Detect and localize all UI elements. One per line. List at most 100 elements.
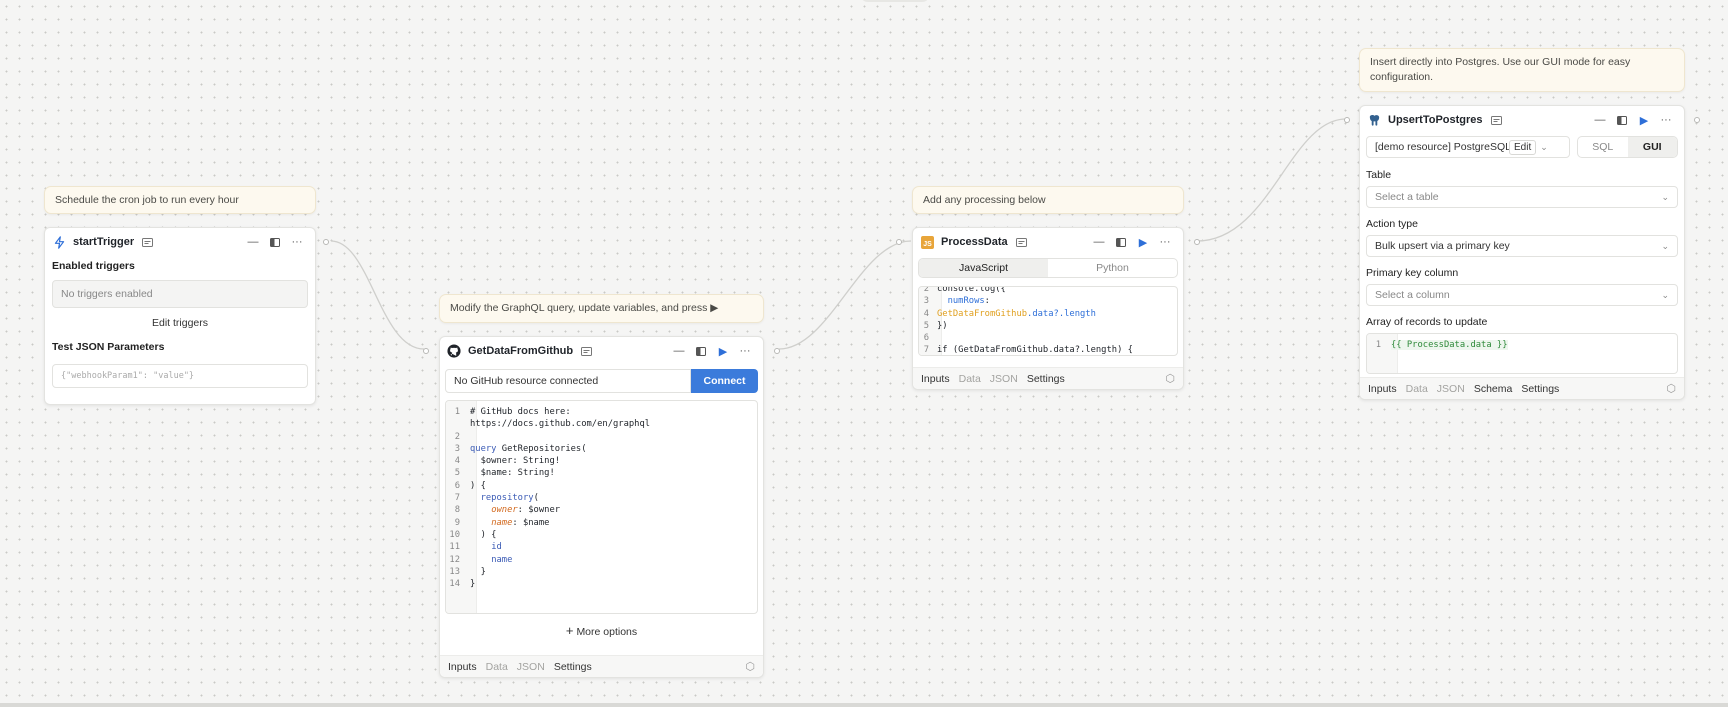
doc-icon[interactable] — [1015, 237, 1027, 247]
code-line: 7 repository( — [454, 493, 539, 504]
more-icon[interactable]: ··· — [1655, 114, 1677, 126]
tab-inputs[interactable]: Inputs — [448, 661, 477, 673]
code-line: 13 } — [449, 566, 486, 577]
tab-data[interactable]: Data — [1406, 383, 1428, 395]
minimize-icon[interactable]: — — [1088, 236, 1110, 248]
run-icon[interactable]: ▶ — [1132, 236, 1154, 249]
action-type-value: Bulk upsert via a primary key — [1375, 240, 1510, 252]
graphql-editor[interactable]: 1 # GitHub docs here: https://docs.github.… — [445, 400, 758, 614]
tab-schema[interactable]: Schema — [1474, 383, 1513, 395]
node-footer: Inputs Data JSON Settings ⬡ — [913, 367, 1183, 389]
tab-settings[interactable]: Settings — [554, 661, 592, 673]
run-icon[interactable]: ▶ — [712, 345, 734, 358]
tab-javascript[interactable]: JavaScript — [919, 259, 1048, 277]
panel-icon[interactable] — [1110, 237, 1132, 247]
edit-triggers-button[interactable]: Edit triggers — [52, 317, 308, 329]
input-port[interactable] — [1344, 117, 1350, 123]
node-header: JS ProcessData — ▶ ··· — [913, 228, 1183, 256]
test-json-placeholder: {"webhookParam1": "value"} — [61, 371, 195, 381]
records-editor[interactable]: 1 {{ ProcessData.data }} — [1366, 333, 1678, 374]
primary-key-select[interactable]: Select a column ⌄ — [1366, 284, 1678, 306]
code-line: 3 numRows: — [923, 296, 990, 307]
more-icon[interactable]: ··· — [286, 236, 308, 248]
tab-json[interactable]: JSON — [517, 661, 545, 673]
hexagon-icon[interactable]: ⬡ — [1165, 372, 1175, 385]
graphql-code: 1 # GitHub docs here: https://docs.github.… — [446, 406, 757, 590]
test-json-input[interactable]: {"webhookParam1": "value"} — [52, 364, 308, 388]
github-resource-field[interactable]: No GitHub resource connected — [445, 369, 691, 393]
table-placeholder: Select a table — [1375, 191, 1439, 203]
input-port[interactable] — [423, 348, 429, 354]
panel-icon[interactable] — [690, 346, 712, 356]
hexagon-icon[interactable]: ⬡ — [745, 660, 755, 673]
edit-resource-button[interactable]: Edit — [1508, 139, 1537, 155]
canvas-top-handle — [860, 0, 930, 2]
more-options-label: More options — [576, 626, 638, 638]
table-label: Table — [1366, 169, 1392, 181]
tab-inputs[interactable]: Inputs — [1368, 383, 1397, 395]
tab-data[interactable]: Data — [959, 373, 981, 385]
panel-icon[interactable] — [264, 237, 286, 247]
upsert-postgres-node[interactable]: UpsertToPostgres — ▶ ··· [demo resource]… — [1344, 105, 1700, 400]
node-header: startTrigger — ··· — [45, 228, 315, 256]
process-data-node[interactable]: JS ProcessData — ▶ ··· JavaScript Python… — [896, 227, 1200, 390]
table-select[interactable]: Select a table ⌄ — [1366, 186, 1678, 208]
output-port[interactable] — [1194, 239, 1200, 245]
code-line: 4 $owner: String! — [454, 456, 561, 467]
panel-icon[interactable] — [1611, 115, 1633, 125]
postgres-resource-select[interactable]: [demo resource] PostgreSQL Edit ⌄ — [1366, 136, 1570, 158]
code-line: 6) { — [454, 480, 486, 491]
output-port[interactable] — [1694, 117, 1700, 123]
input-port[interactable] — [896, 239, 902, 245]
javascript-icon: JS — [920, 235, 934, 249]
node-title: UpsertToPostgres — [1388, 114, 1483, 126]
doc-icon[interactable] — [581, 346, 593, 356]
language-tabs: JavaScript Python — [918, 258, 1178, 278]
tab-settings[interactable]: Settings — [1027, 373, 1065, 385]
minimize-icon[interactable]: — — [242, 236, 264, 248]
tab-gui[interactable]: GUI — [1627, 137, 1677, 157]
note-text: Modify the GraphQL query, update variabl… — [450, 302, 719, 314]
tab-python[interactable]: Python — [1048, 259, 1177, 277]
code-line: 2 console.log({ — [923, 286, 1006, 294]
doc-icon[interactable] — [1490, 115, 1502, 125]
more-icon[interactable]: ··· — [1154, 236, 1176, 248]
primary-key-placeholder: Select a column — [1375, 289, 1450, 301]
js-code: 2 console.log({ 3 numRows: 4 GetDataFromGith… — [919, 286, 1177, 356]
code-line: 4 GetDataFromGithub.data?.length — [923, 308, 1096, 319]
edit-triggers-label: Edit triggers — [151, 317, 209, 329]
node-title: startTrigger — [73, 236, 135, 248]
run-icon[interactable]: ▶ — [1633, 114, 1655, 127]
primary-key-label: Primary key column — [1366, 267, 1459, 279]
code-line: 6 — [923, 333, 929, 344]
doc-icon[interactable] — [142, 237, 154, 247]
code-line: 7 if (GetDataFromGithub.data?.length) { — [923, 345, 1133, 356]
code-line: 8 owner: $owner — [454, 505, 561, 516]
output-port[interactable] — [323, 239, 329, 245]
minimize-icon[interactable]: — — [1589, 114, 1611, 126]
code-line: 11 id — [449, 542, 502, 553]
start-trigger-node[interactable]: startTrigger — ··· Enabled triggers No t… — [44, 227, 329, 405]
tab-sql[interactable]: SQL — [1578, 137, 1628, 157]
tab-json[interactable]: JSON — [990, 373, 1018, 385]
chevron-down-icon: ⌄ — [1540, 141, 1548, 152]
note-postgres: Insert directly into Postgres. Use our G… — [1359, 48, 1685, 92]
hexagon-icon[interactable]: ⬡ — [1666, 382, 1676, 395]
code-line: 10 ) { — [449, 529, 497, 540]
connect-button[interactable]: Connect — [691, 369, 758, 393]
more-options-button[interactable]: + More options — [440, 623, 763, 638]
note-process: Add any processing below — [912, 186, 1184, 214]
js-editor[interactable]: 2 console.log({ 3 numRows: 4 GetDataFromGith… — [918, 286, 1178, 356]
tab-settings[interactable]: Settings — [1521, 383, 1559, 395]
tab-data[interactable]: Data — [486, 661, 508, 673]
node-header: GetDataFromGithub — ▶ ··· — [440, 337, 763, 365]
node-title: ProcessData — [941, 236, 1008, 248]
minimize-icon[interactable]: — — [668, 345, 690, 357]
tab-json[interactable]: JSON — [1437, 383, 1465, 395]
github-node[interactable]: GetDataFromGithub — ▶ ··· No GitHub reso… — [423, 336, 780, 678]
github-resource-value: No GitHub resource connected — [454, 375, 599, 387]
output-port[interactable] — [774, 348, 780, 354]
more-icon[interactable]: ··· — [734, 345, 756, 357]
tab-inputs[interactable]: Inputs — [921, 373, 950, 385]
action-type-select[interactable]: Bulk upsert via a primary key ⌄ — [1366, 235, 1678, 257]
